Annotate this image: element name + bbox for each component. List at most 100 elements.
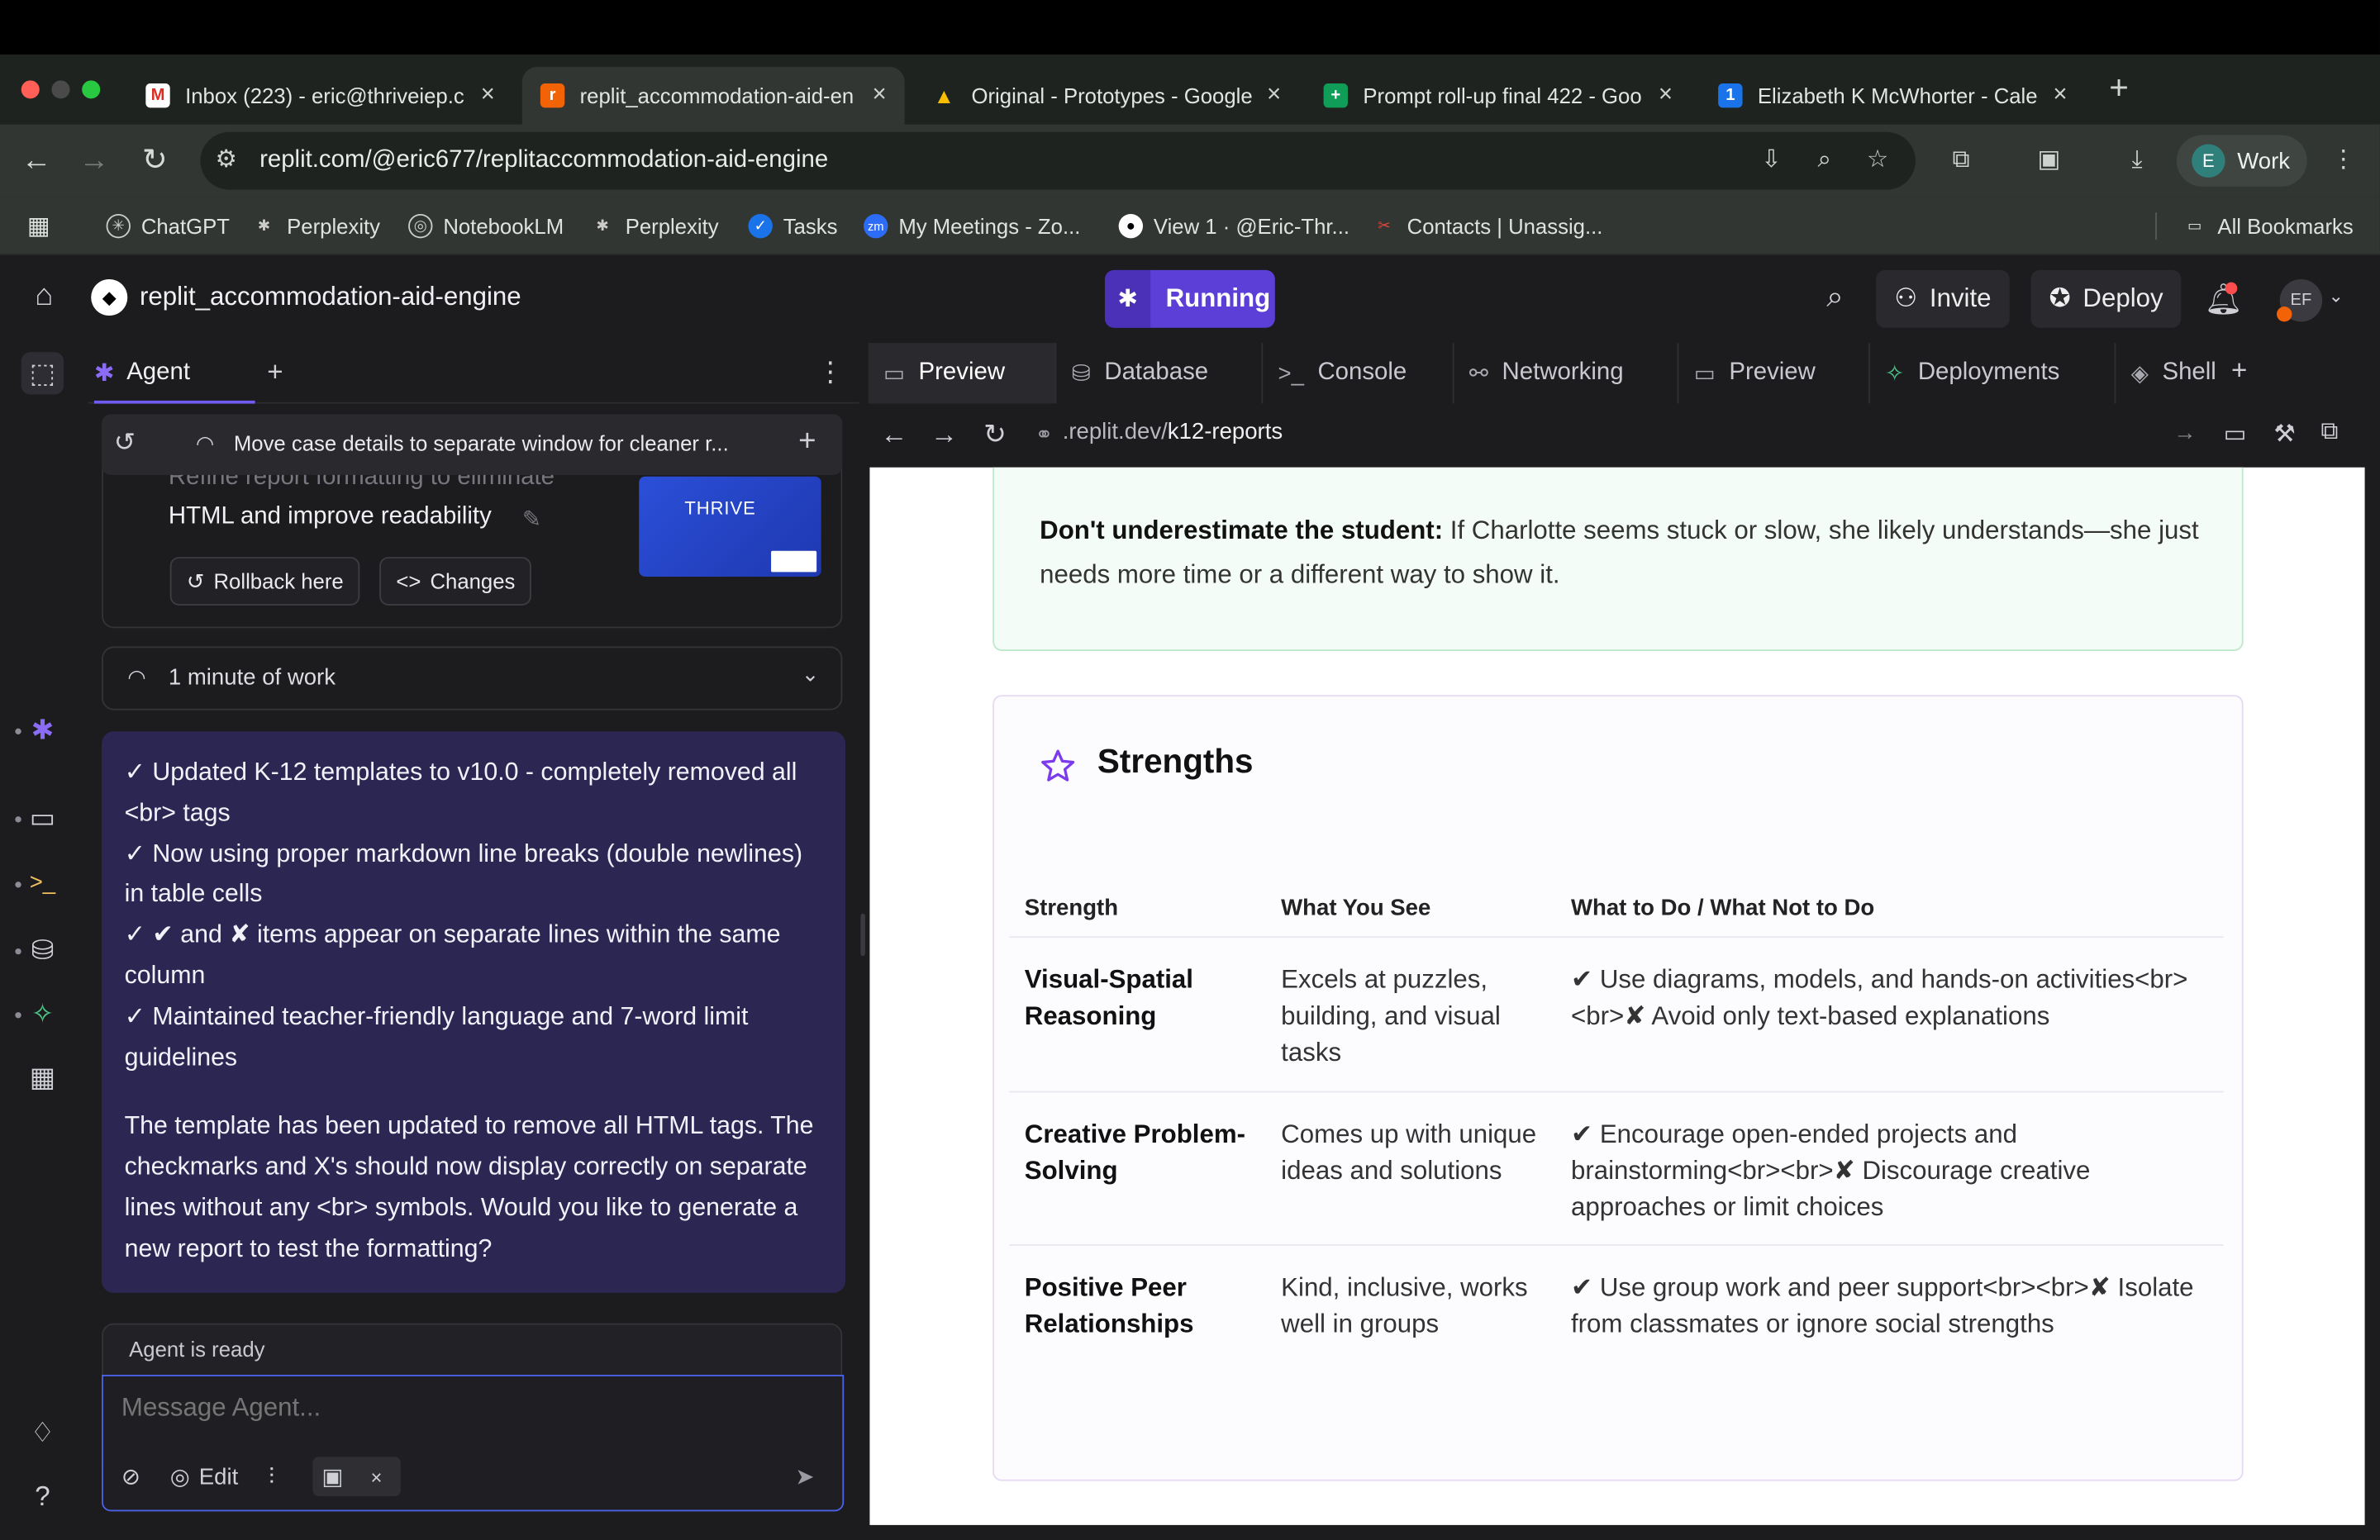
close-icon[interactable]: × bbox=[370, 1465, 382, 1488]
extensions-icon[interactable]: ⧉ bbox=[1944, 144, 1978, 177]
site-settings-icon[interactable]: ⚙ bbox=[209, 144, 242, 177]
reload-icon[interactable]: ↻ bbox=[983, 419, 1007, 451]
apps-grid-icon[interactable]: ▦ bbox=[27, 211, 50, 241]
observation-cell: Comes up with unique ideas and solutions bbox=[1281, 1119, 1537, 1186]
agent-tab[interactable]: ✱ Agent bbox=[94, 352, 190, 394]
address-bar-url[interactable]: replit.com/@eric677/replitaccommodation-… bbox=[259, 147, 828, 174]
bookmark-item[interactable]: ● View 1 · @Eric-Thr... bbox=[1118, 211, 1349, 241]
search-icon[interactable]: ⌕ bbox=[1816, 281, 1855, 321]
close-tab-icon[interactable]: × bbox=[1267, 82, 1281, 109]
close-window-button[interactable] bbox=[21, 80, 40, 99]
zoom-window-button[interactable] bbox=[82, 80, 101, 99]
rollback-button[interactable]: ↺ Rollback here bbox=[169, 557, 360, 606]
notebooklm-icon: ◎ bbox=[408, 213, 433, 239]
tab-console[interactable]: >_ Console bbox=[1263, 343, 1454, 404]
more-options-icon[interactable]: ⋮ bbox=[816, 357, 844, 389]
console-icon[interactable]: >_ bbox=[21, 862, 64, 904]
history-title[interactable]: Move case details to separate window for… bbox=[234, 431, 729, 455]
open-new-window-icon[interactable]: ⧉ bbox=[2320, 419, 2338, 446]
edit-mode-button[interactable]: ◎ Edit bbox=[170, 1457, 239, 1496]
go-arrow-icon[interactable]: → bbox=[2173, 421, 2197, 446]
tab-shell[interactable]: ◈ Shell bbox=[2116, 343, 2228, 403]
close-tab-icon[interactable]: × bbox=[2053, 82, 2067, 109]
history-icon[interactable]: ↺ bbox=[114, 428, 136, 459]
chevron-down-icon[interactable]: ⌄ bbox=[802, 662, 820, 687]
all-tools-grid-icon[interactable]: ▦ bbox=[21, 1056, 64, 1098]
browser-tab[interactable]: M Inbox (223) - eric@thriveiep.c × bbox=[127, 67, 513, 125]
send-icon[interactable]: ➤ bbox=[795, 1457, 814, 1496]
code-icon: <> bbox=[396, 568, 421, 594]
back-arrow-icon[interactable]: ← bbox=[880, 419, 907, 451]
agent-icon[interactable]: ✱ bbox=[21, 709, 64, 751]
checkpoint-screenshot-thumbnail[interactable]: THRIVE bbox=[639, 476, 821, 577]
download-icon[interactable]: ⤓ bbox=[2121, 144, 2154, 177]
rail-dot bbox=[15, 816, 21, 823]
tab-deployments[interactable]: ✧ Deployments bbox=[1870, 343, 2116, 404]
database-icon[interactable]: ⛁ bbox=[21, 929, 64, 971]
google-drive-icon: ▲ bbox=[933, 83, 955, 108]
help-icon[interactable]: ? bbox=[21, 1475, 64, 1517]
tab-search-icon[interactable]: ▣ bbox=[2032, 144, 2065, 177]
edit-pencil-icon[interactable]: ✎ bbox=[522, 506, 541, 532]
bookmark-item[interactable]: zm My Meetings - Zo... bbox=[864, 211, 1080, 241]
invite-button[interactable]: ⚇ Invite bbox=[1876, 269, 2010, 328]
devtools-wrench-icon[interactable]: ⚒ bbox=[2273, 419, 2295, 449]
profile-button[interactable]: E Work bbox=[2176, 135, 2307, 187]
browser-tab-active[interactable]: r replit_accommodation-aid-en × bbox=[521, 66, 905, 125]
bookmark-item[interactable]: ✱ Perplexity bbox=[252, 211, 380, 241]
notifications-bell-icon[interactable]: 🔔︎ bbox=[2204, 281, 2244, 321]
browser-tab[interactable]: 1 Elizabeth K McWhorter - Cale × bbox=[1700, 67, 2086, 125]
project-avatar-icon[interactable]: ◆ bbox=[91, 278, 128, 316]
project-title[interactable]: replit_accommodation-aid-engine bbox=[140, 283, 521, 313]
close-tab-icon[interactable]: × bbox=[481, 82, 495, 109]
browser-menu-icon[interactable]: ⋮ bbox=[2327, 144, 2360, 177]
new-chat-icon[interactable]: + bbox=[798, 425, 816, 459]
forward-arrow-icon[interactable]: → bbox=[931, 419, 958, 451]
browser-tab[interactable]: + Prompt roll-up final 422 - Goo × bbox=[1306, 67, 1692, 125]
preview-url[interactable]: .replit.dev/k12-reports bbox=[1063, 419, 1283, 444]
zoom-icon[interactable]: ⌕ bbox=[1808, 144, 1841, 177]
device-toggle-icon[interactable]: ▭ bbox=[2224, 419, 2247, 449]
chevron-down-icon[interactable]: ⌄ bbox=[2328, 285, 2343, 307]
bookmark-item[interactable]: ✱ Perplexity bbox=[590, 211, 718, 241]
deployments-icon[interactable]: ✧ bbox=[21, 992, 64, 1034]
add-tab-icon[interactable]: + bbox=[2231, 355, 2247, 387]
files-toggle-icon[interactable]: ⬚ bbox=[21, 352, 64, 395]
splitter-handle[interactable] bbox=[860, 913, 865, 957]
tab-preview[interactable]: ▭ Preview bbox=[868, 343, 1057, 404]
extended-thinking-toggle[interactable]: ▣ × bbox=[312, 1457, 401, 1496]
rail-dot bbox=[15, 1012, 21, 1019]
message-input[interactable] bbox=[121, 1393, 729, 1424]
close-tab-icon[interactable]: × bbox=[1659, 82, 1673, 109]
tab-networking[interactable]: ⚯ Networking bbox=[1454, 343, 1679, 404]
forward-arrow-icon[interactable]: → bbox=[76, 140, 112, 182]
changes-button[interactable]: <> Changes bbox=[379, 557, 532, 606]
back-arrow-icon[interactable]: ← bbox=[18, 140, 55, 182]
run-status-button[interactable]: ✱ Running bbox=[1105, 269, 1275, 328]
deploy-button[interactable]: ✪ Deploy bbox=[2030, 269, 2182, 328]
attach-paperclip-icon[interactable]: ⊘ bbox=[121, 1457, 140, 1496]
home-icon[interactable]: ⌂ bbox=[24, 279, 64, 319]
reload-icon[interactable]: ↻ bbox=[136, 140, 173, 182]
tab-label: Preview bbox=[918, 359, 1006, 386]
all-bookmarks-button[interactable]: ▭ All Bookmarks bbox=[2182, 211, 2354, 241]
close-tab-icon[interactable]: × bbox=[872, 82, 886, 109]
alerts-icon[interactable]: ♢ bbox=[21, 1411, 64, 1453]
browser-tab[interactable]: ▲ Original - Prototypes - Google × bbox=[914, 67, 1300, 125]
bookmark-label: ChatGPT bbox=[140, 213, 231, 239]
new-tab-icon[interactable]: + bbox=[2101, 69, 2137, 106]
bookmark-item[interactable]: ✓ Tasks bbox=[748, 211, 837, 241]
settings-sliders-icon[interactable]: ⫶ bbox=[269, 1457, 274, 1496]
tab-database[interactable]: ⛁ Database bbox=[1056, 343, 1264, 404]
bookmark-item[interactable]: ◎ NotebookLM bbox=[408, 211, 564, 241]
install-app-icon[interactable]: ⇩ bbox=[1754, 144, 1787, 177]
add-tab-icon[interactable]: + bbox=[267, 357, 283, 389]
bookmark-item[interactable]: ✳ ChatGPT bbox=[106, 211, 231, 241]
bookmark-item[interactable]: ✂ Contacts | Unassig... bbox=[1372, 211, 1602, 241]
message-line: ✓ Updated K-12 templates to v10.0 - comp… bbox=[124, 758, 797, 827]
preview-monitor-icon[interactable]: ▭ bbox=[21, 796, 64, 839]
bookmark-star-icon[interactable]: ☆ bbox=[1861, 144, 1894, 177]
minimize-window-button[interactable] bbox=[51, 80, 70, 99]
github-icon: ● bbox=[1118, 213, 1144, 239]
tab-preview-2[interactable]: ▭ Preview bbox=[1678, 343, 1870, 404]
